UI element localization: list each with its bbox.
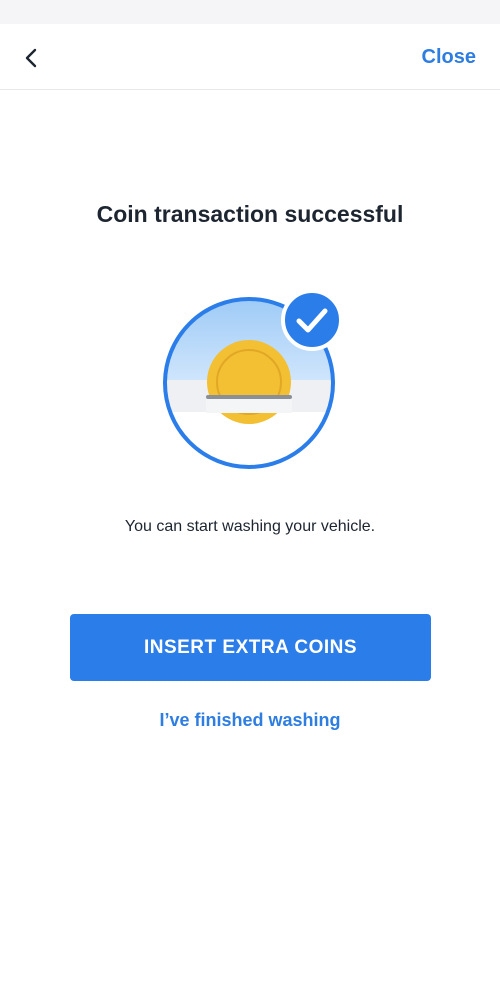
close-button[interactable]: Close	[422, 46, 476, 69]
insert-extra-coins-button[interactable]: INSERT EXTRA COINS	[70, 614, 431, 681]
status-message: You can start washing your vehicle.	[124, 518, 376, 535]
screen: Close Coin transaction successful You ca…	[0, 0, 500, 1000]
coin-transaction-illustration	[156, 289, 346, 480]
header: Close	[0, 24, 500, 90]
status-bar	[0, 0, 500, 24]
finished-washing-link[interactable]: I’ve finished washing	[0, 710, 500, 731]
page-title: Coin transaction successful	[96, 201, 404, 227]
back-button[interactable]	[12, 38, 52, 78]
main-content: Coin transaction successful You can star…	[0, 90, 500, 1000]
checkmark-badge-icon	[281, 289, 343, 351]
chevron-left-icon	[25, 48, 37, 68]
